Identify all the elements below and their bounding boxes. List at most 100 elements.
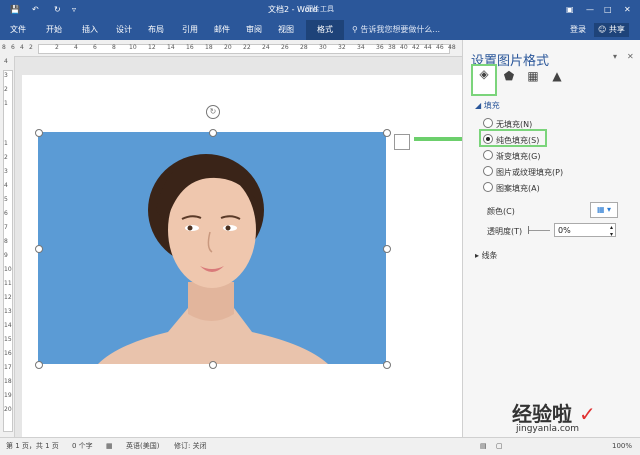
spinner-arrows-icon[interactable]: ▴ ▾ <box>610 224 613 238</box>
save-icon[interactable]: 💾 <box>10 0 20 20</box>
read-mode-icon[interactable]: ▤ <box>480 438 487 455</box>
tab-design[interactable]: 设计 <box>110 20 138 40</box>
ruler-number: 2 <box>29 44 33 51</box>
ruler-number: 4 <box>20 44 24 51</box>
tab-home[interactable]: 开始 <box>40 20 68 40</box>
ruler-number: 40 <box>400 44 408 51</box>
ruler-number: 16 <box>186 44 194 51</box>
track-changes-status[interactable]: 修订: 关闭 <box>174 438 207 455</box>
ruler-number: 30 <box>319 44 327 51</box>
ruler-number: 1 <box>4 100 8 107</box>
ruler-number: 28 <box>300 44 308 51</box>
ruler-number: 11 <box>4 280 12 287</box>
fill-option-gradient[interactable]: 渐变填充(G) <box>483 150 540 162</box>
watermark-brand: 经验啦 <box>512 402 572 426</box>
ruler-number: 26 <box>281 44 289 51</box>
minimize-icon[interactable]: — <box>586 0 594 20</box>
ruler-number: 9 <box>4 252 8 259</box>
tab-insert[interactable]: 插入 <box>76 20 104 40</box>
resize-handle[interactable] <box>383 129 391 137</box>
horizontal-ruler[interactable]: 8 6 4 2 2 4 6 8 10 12 14 16 18 20 22 24 … <box>0 40 462 57</box>
ruler-number: 19 <box>4 392 12 399</box>
watermark-url: jingyanla.com <box>516 424 580 434</box>
layout-properties-icon[interactable]: ▦ <box>525 68 541 84</box>
close-icon[interactable]: ✕ <box>624 0 631 20</box>
ruler-number: 8 <box>4 238 8 245</box>
line-section-header[interactable]: ▸ 线条 <box>475 250 498 261</box>
tell-me-search[interactable]: ⚲ 告诉我您想要做什么... <box>352 20 440 40</box>
vertical-ruler[interactable]: 4 3 2 1 1 2 3 4 5 6 7 8 9 10 11 12 13 14… <box>0 56 15 437</box>
tab-review[interactable]: 审阅 <box>240 20 268 40</box>
share-button[interactable]: ☺ 共享 <box>594 23 629 37</box>
ruler-number: 12 <box>4 294 12 301</box>
pane-options-icon[interactable]: ▾ <box>613 52 617 61</box>
redo-icon[interactable]: ↻ <box>54 0 61 20</box>
radio-button[interactable] <box>483 150 493 160</box>
layout-options-icon[interactable] <box>394 134 410 150</box>
option-label: 图案填充(A) <box>496 184 540 193</box>
tab-format[interactable]: 格式 <box>306 20 344 40</box>
transparency-slider-thumb[interactable] <box>528 226 529 234</box>
tab-references[interactable]: 引用 <box>176 20 204 40</box>
proofing-icon[interactable]: ▦ <box>106 438 113 455</box>
radio-button[interactable] <box>483 166 493 176</box>
ruler-number: 2 <box>4 86 8 93</box>
resize-handle[interactable] <box>209 129 217 137</box>
login-link[interactable]: 登录 <box>570 20 586 40</box>
ruler-number: 10 <box>4 266 12 273</box>
selected-picture[interactable] <box>38 132 386 364</box>
fill-line-icon[interactable]: ◈ <box>471 64 497 96</box>
status-bar: 第 1 页，共 1 页 0 个字 ▦ 英语(美国) 修订: 关闭 ▤ ▢ 100… <box>0 437 640 455</box>
picture-icon[interactable]: ▲ <box>549 68 565 84</box>
resize-handle[interactable] <box>209 361 217 369</box>
customize-quick-access-icon[interactable]: ▿ <box>72 0 76 20</box>
ruler-number: 36 <box>376 44 384 51</box>
radio-button[interactable] <box>483 118 493 128</box>
rotate-handle-icon[interactable]: ↻ <box>206 105 220 119</box>
transparency-spinner[interactable]: 0% ▴ ▾ <box>554 223 616 238</box>
fill-section-label: 填充 <box>483 101 500 110</box>
tab-layout[interactable]: 布局 <box>142 20 170 40</box>
fill-color-picker[interactable]: ▦ ▾ <box>590 202 618 218</box>
ruler-number: 18 <box>205 44 213 51</box>
resize-handle[interactable] <box>35 361 43 369</box>
language-status[interactable]: 英语(美国) <box>126 438 159 455</box>
fill-option-pattern[interactable]: 图案填充(A) <box>483 182 540 194</box>
fill-option-picture-texture[interactable]: 图片或纹理填充(P) <box>483 166 563 178</box>
transparency-slider-track[interactable] <box>528 230 550 231</box>
effects-pentagon-icon[interactable]: ⬟ <box>501 68 517 84</box>
ruler-number: 4 <box>4 182 8 189</box>
radio-button[interactable] <box>483 182 493 192</box>
ruler-number: 8 <box>112 44 116 51</box>
ruler-number: 32 <box>338 44 346 51</box>
tab-mailings[interactable]: 邮件 <box>208 20 236 40</box>
ruler-number: 10 <box>129 44 137 51</box>
resize-handle[interactable] <box>35 245 43 253</box>
ruler-number: 5 <box>4 196 8 203</box>
ribbon-display-options-icon[interactable]: ▣ <box>566 0 574 20</box>
undo-icon[interactable]: ↶ <box>32 0 39 20</box>
ruler-number: 2 <box>4 154 8 161</box>
resize-handle[interactable] <box>383 361 391 369</box>
tab-view[interactable]: 视图 <box>272 20 300 40</box>
paint-bucket-icon: ▦ <box>596 205 605 214</box>
resize-handle[interactable] <box>35 129 43 137</box>
ruler-number: 20 <box>224 44 232 51</box>
ruler-number: 17 <box>4 364 12 371</box>
word-count[interactable]: 0 个字 <box>72 438 93 455</box>
checkmark-icon: ✓ <box>578 402 596 426</box>
zoom-level[interactable]: 100% <box>612 438 632 455</box>
print-layout-icon[interactable]: ▢ <box>496 438 503 455</box>
ruler-number: 14 <box>4 322 12 329</box>
watermark-logo: 经验啦 ✓ <box>512 398 596 427</box>
page-count[interactable]: 第 1 页，共 1 页 <box>6 438 59 455</box>
resize-handle[interactable] <box>383 245 391 253</box>
ruler-number: 14 <box>167 44 175 51</box>
tab-file[interactable]: 文件 <box>4 20 32 40</box>
pane-close-icon[interactable]: ✕ <box>627 52 634 61</box>
option-label: 图片或纹理填充(P) <box>496 168 564 177</box>
maximize-icon[interactable]: □ <box>604 0 612 20</box>
ruler-number: 3 <box>4 72 8 79</box>
fill-section-header[interactable]: ◢ 填充 <box>475 100 500 111</box>
option-label: 无填充(N) <box>496 120 533 129</box>
